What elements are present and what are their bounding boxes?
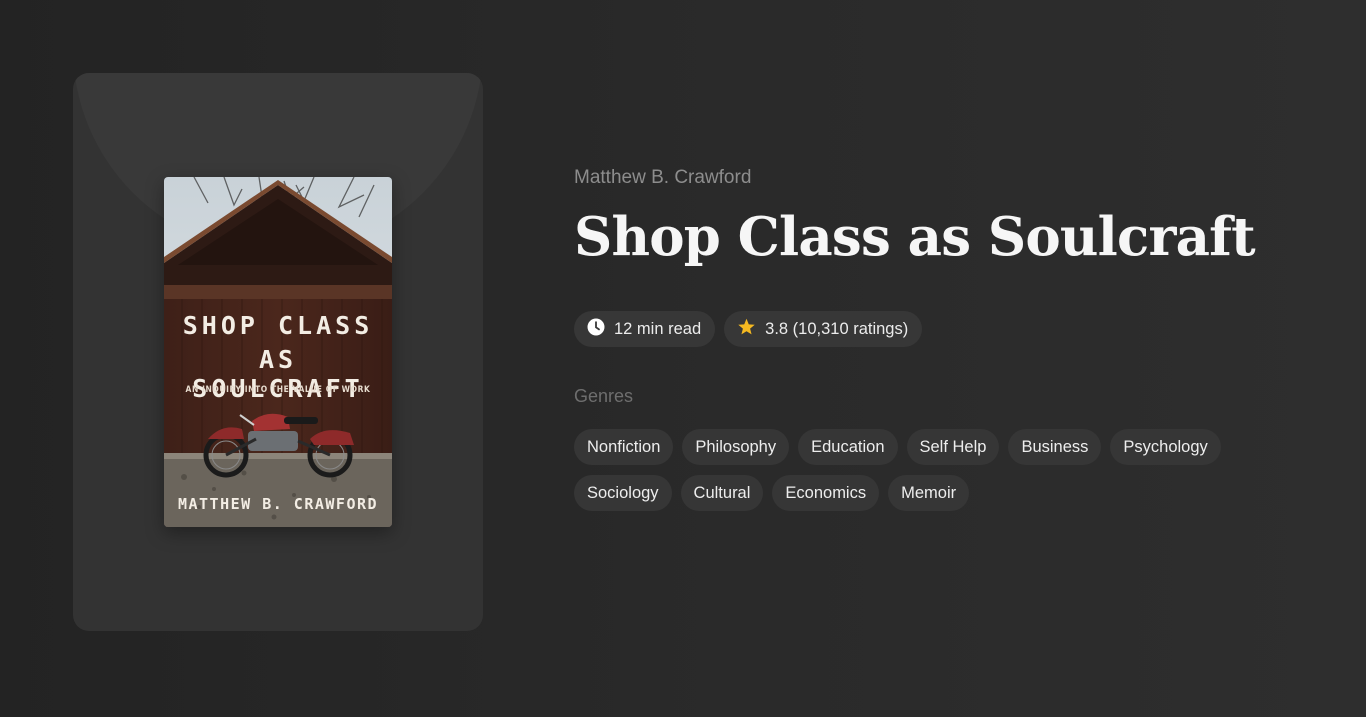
meta-pills: 12 min read 3.8 (10,310 ratings) xyxy=(574,311,923,347)
genre-tag-philosophy[interactable]: Philosophy xyxy=(682,429,790,465)
read-time-pill: 12 min read xyxy=(574,311,716,347)
book-cover: SHOP CLASS AS SOULCRAFT AN INQUIRY INTO … xyxy=(164,177,392,527)
genre-tag-economics[interactable]: Economics xyxy=(772,475,880,511)
book-title: Shop Class as Soulcraft xyxy=(574,206,1256,268)
cover-title-line-1: SHOP CLASS xyxy=(182,311,374,340)
genre-row-2: Sociology Cultural Economics Memoir xyxy=(574,475,1254,511)
genre-tag-cultural[interactable]: Cultural xyxy=(680,475,764,511)
genre-tag-education[interactable]: Education xyxy=(798,429,898,465)
clock-icon xyxy=(587,318,605,341)
author-name[interactable]: Matthew B. Crawford xyxy=(574,167,751,189)
cover-title-line-2: AS SOULCRAFT xyxy=(192,345,364,403)
read-time-text: 12 min read xyxy=(614,319,702,338)
star-icon xyxy=(737,318,756,341)
genre-tag-memoir[interactable]: Memoir xyxy=(888,475,970,511)
genre-tag-psychology[interactable]: Psychology xyxy=(1110,429,1221,465)
genre-tag-nonfiction[interactable]: Nonfiction xyxy=(574,429,674,465)
cover-author: MATTHEW B. CRAWFORD xyxy=(177,495,379,513)
cover-subtitle: AN INQUIRY INTO THE VALUE OF WORK xyxy=(185,384,371,394)
genres-heading: Genres xyxy=(574,386,634,406)
genre-tag-sociology[interactable]: Sociology xyxy=(574,475,672,511)
cover-card: SHOP CLASS AS SOULCRAFT AN INQUIRY INTO … xyxy=(73,73,483,631)
genre-tag-business[interactable]: Business xyxy=(1008,429,1102,465)
genre-row-1: Nonfiction Philosophy Education Self Hel… xyxy=(574,429,1254,465)
genre-list: Nonfiction Philosophy Education Self Hel… xyxy=(574,429,1254,521)
genre-tag-self-help[interactable]: Self Help xyxy=(906,429,1000,465)
rating-pill: 3.8 (10,310 ratings) xyxy=(724,311,923,347)
rating-text: 3.8 (10,310 ratings) xyxy=(765,319,909,338)
